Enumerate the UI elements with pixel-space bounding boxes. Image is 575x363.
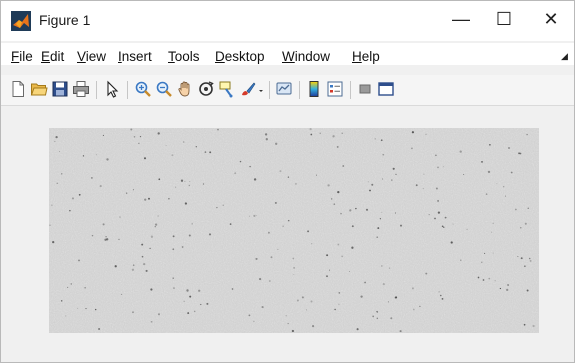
figure-toolbar [1, 75, 574, 106]
speckle-image [49, 128, 539, 333]
window-title: Figure 1 [39, 12, 91, 28]
menu-desktop[interactable]: Desktop [215, 49, 265, 64]
menu-overflow-icon[interactable]: ◢ [561, 51, 568, 62]
toolbar-separator [127, 81, 128, 99]
menu-tools[interactable]: Tools [168, 49, 200, 64]
brush-dropdown-icon[interactable] [256, 80, 266, 98]
rotate-3d-icon[interactable] [197, 80, 215, 98]
brush-icon[interactable] [239, 80, 257, 98]
zoom-out-icon[interactable] [155, 80, 173, 98]
menu-edit[interactable]: Edit [41, 49, 64, 64]
save-icon[interactable] [51, 80, 69, 98]
colorbar-icon[interactable] [305, 80, 323, 98]
maximize-button[interactable]: ☐ [481, 1, 527, 37]
edit-plot-icon[interactable] [103, 80, 121, 98]
print-icon[interactable] [72, 80, 90, 98]
legend-icon[interactable] [326, 80, 344, 98]
zoom-in-icon[interactable] [134, 80, 152, 98]
toolbar-separator [299, 81, 300, 99]
data-cursor-icon[interactable] [218, 80, 236, 98]
minimize-button[interactable]: — [438, 1, 484, 37]
link-plot-icon[interactable] [275, 80, 293, 98]
menu-insert[interactable]: Insert [118, 49, 152, 64]
close-button[interactable]: ✕ [528, 1, 574, 37]
menu-bar: File Edit View Insert Tools Desktop Wind… [1, 43, 574, 65]
new-figure-icon[interactable] [9, 80, 27, 98]
matlab-logo-icon [11, 11, 31, 31]
menu-file[interactable]: File [11, 49, 33, 64]
title-bar[interactable]: Figure 1 — ☐ ✕ [1, 1, 574, 41]
menu-view[interactable]: View [77, 49, 106, 64]
hide-plot-tools-icon[interactable] [356, 80, 374, 98]
toolbar-separator [269, 81, 270, 99]
toolbar-separator [350, 81, 351, 99]
open-file-icon[interactable] [30, 80, 48, 98]
toolbar-separator [96, 81, 97, 99]
figure-canvas[interactable] [1, 106, 574, 362]
pan-icon[interactable] [176, 80, 194, 98]
figure-window: Figure 1 — ☐ ✕ File Edit View Insert Too… [0, 0, 575, 363]
menu-window[interactable]: Window [282, 49, 330, 64]
menu-help[interactable]: Help [352, 49, 380, 64]
show-plot-tools-icon[interactable] [377, 80, 395, 98]
